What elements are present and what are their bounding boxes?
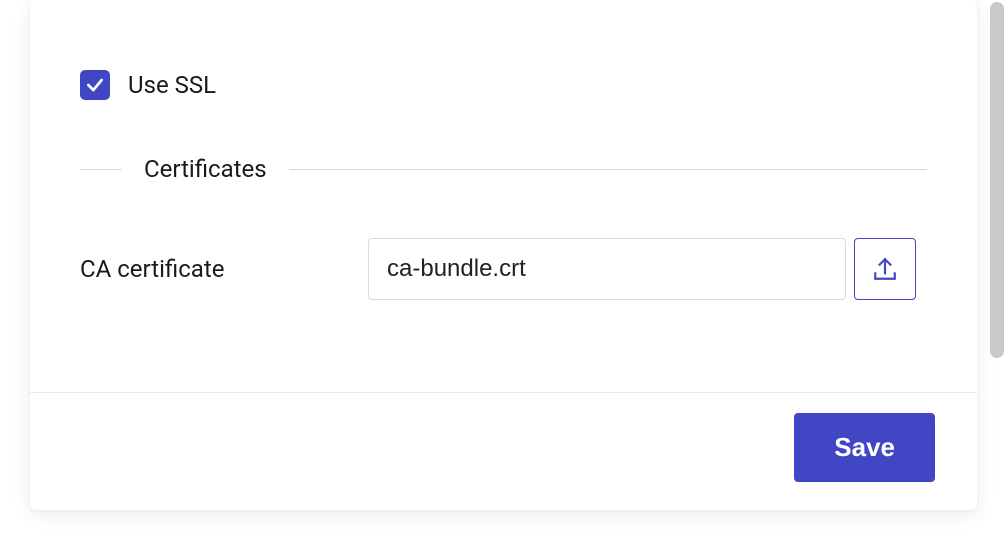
upload-icon (872, 256, 898, 282)
certificates-section-header: Certificates (80, 155, 927, 183)
scrollbar-thumb[interactable] (990, 2, 1004, 358)
use-ssl-row: Use SSL (80, 70, 927, 100)
card-footer: Save (30, 392, 977, 510)
save-button[interactable]: Save (794, 413, 935, 482)
settings-card: Use SSL Certificates CA certificate (30, 0, 977, 510)
use-ssl-label: Use SSL (128, 71, 216, 99)
divider-line (289, 169, 927, 170)
certificates-section-title: Certificates (122, 155, 289, 183)
divider-line (80, 169, 122, 170)
use-ssl-checkbox[interactable] (80, 70, 110, 100)
ca-certificate-input[interactable] (368, 238, 846, 300)
check-icon (85, 75, 105, 95)
ca-certificate-label: CA certificate (80, 255, 360, 283)
card-body: Use SSL Certificates CA certificate (30, 0, 977, 392)
upload-ca-certificate-button[interactable] (854, 238, 916, 300)
ca-certificate-row: CA certificate (80, 238, 927, 300)
